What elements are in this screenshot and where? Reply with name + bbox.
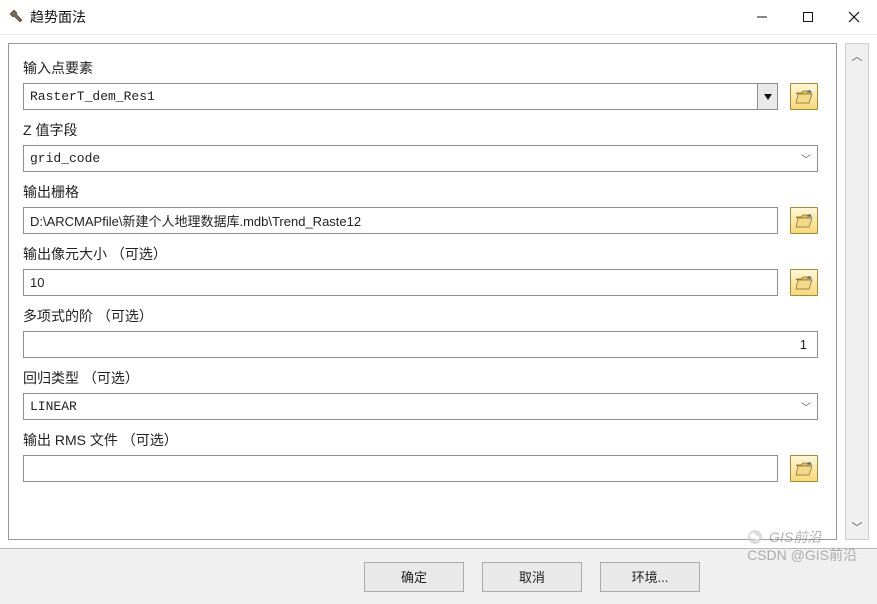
browse-output-raster-button[interactable] — [790, 207, 818, 234]
folder-open-icon — [795, 462, 813, 476]
z-value-text: grid_code — [30, 151, 100, 166]
field-output-raster: 输出栅格 — [23, 182, 818, 234]
form-panel: 输入点要素 RasterT_dem_Res1 Z 值字段 gri — [8, 43, 837, 540]
regression-text: LINEAR — [30, 399, 77, 414]
output-raster-input[interactable] — [23, 207, 778, 234]
field-cell-size: 输出像元大小 （可选） — [23, 244, 818, 296]
label-poly-order: 多项式的阶 （可选） — [23, 306, 818, 326]
client-area: 输入点要素 RasterT_dem_Res1 Z 值字段 gri — [0, 35, 877, 548]
browse-cell-size-button[interactable] — [790, 269, 818, 296]
folder-open-icon — [795, 214, 813, 228]
label-output-raster: 输出栅格 — [23, 182, 818, 202]
field-rms-file: 输出 RMS 文件 （可选） — [23, 430, 818, 482]
field-regression: 回归类型 （可选） LINEAR ﹀ — [23, 368, 818, 420]
environments-button[interactable]: 环境... — [600, 562, 700, 592]
browse-input-points-button[interactable] — [790, 83, 818, 110]
minimize-button[interactable] — [739, 0, 785, 34]
chevron-down-icon: ﹀ — [801, 399, 811, 414]
label-input-points: 输入点要素 — [23, 58, 818, 78]
folder-open-icon — [795, 90, 813, 104]
footer-bar: 确定 取消 环境... 显示帮助>> — [0, 548, 877, 604]
label-z-value: Z 值字段 — [23, 120, 818, 140]
window-controls — [739, 0, 877, 34]
maximize-button[interactable] — [785, 0, 831, 34]
field-input-points: 输入点要素 RasterT_dem_Res1 — [23, 58, 818, 110]
hammer-icon — [8, 8, 24, 27]
titlebar: 趋势面法 — [0, 0, 877, 35]
field-z-value: Z 值字段 grid_code ﹀ — [23, 120, 818, 172]
regression-select[interactable]: LINEAR ﹀ — [23, 393, 818, 420]
rms-file-input[interactable] — [23, 455, 778, 482]
cell-size-input[interactable] — [23, 269, 778, 296]
scroll-down-icon[interactable]: ﹀ — [852, 519, 863, 535]
close-button[interactable] — [831, 0, 877, 34]
input-points-value: RasterT_dem_Res1 — [24, 84, 757, 109]
chevron-down-icon: ﹀ — [801, 151, 811, 166]
input-points-combo[interactable]: RasterT_dem_Res1 — [23, 83, 778, 110]
label-rms-file: 输出 RMS 文件 （可选） — [23, 430, 818, 450]
window-title: 趋势面法 — [30, 7, 739, 27]
z-value-select[interactable]: grid_code ﹀ — [23, 145, 818, 172]
field-poly-order: 多项式的阶 （可选） — [23, 306, 818, 358]
label-regression: 回归类型 （可选） — [23, 368, 818, 388]
dropdown-icon[interactable] — [757, 84, 777, 109]
browse-rms-file-button[interactable] — [790, 455, 818, 482]
scrollbar[interactable]: ︿ ﹀ — [845, 43, 869, 540]
scroll-up-icon[interactable]: ︿ — [852, 48, 863, 64]
ok-button[interactable]: 确定 — [364, 562, 464, 592]
cancel-button[interactable]: 取消 — [482, 562, 582, 592]
folder-open-icon — [795, 276, 813, 290]
label-cell-size: 输出像元大小 （可选） — [23, 244, 818, 264]
poly-order-input[interactable] — [23, 331, 818, 358]
